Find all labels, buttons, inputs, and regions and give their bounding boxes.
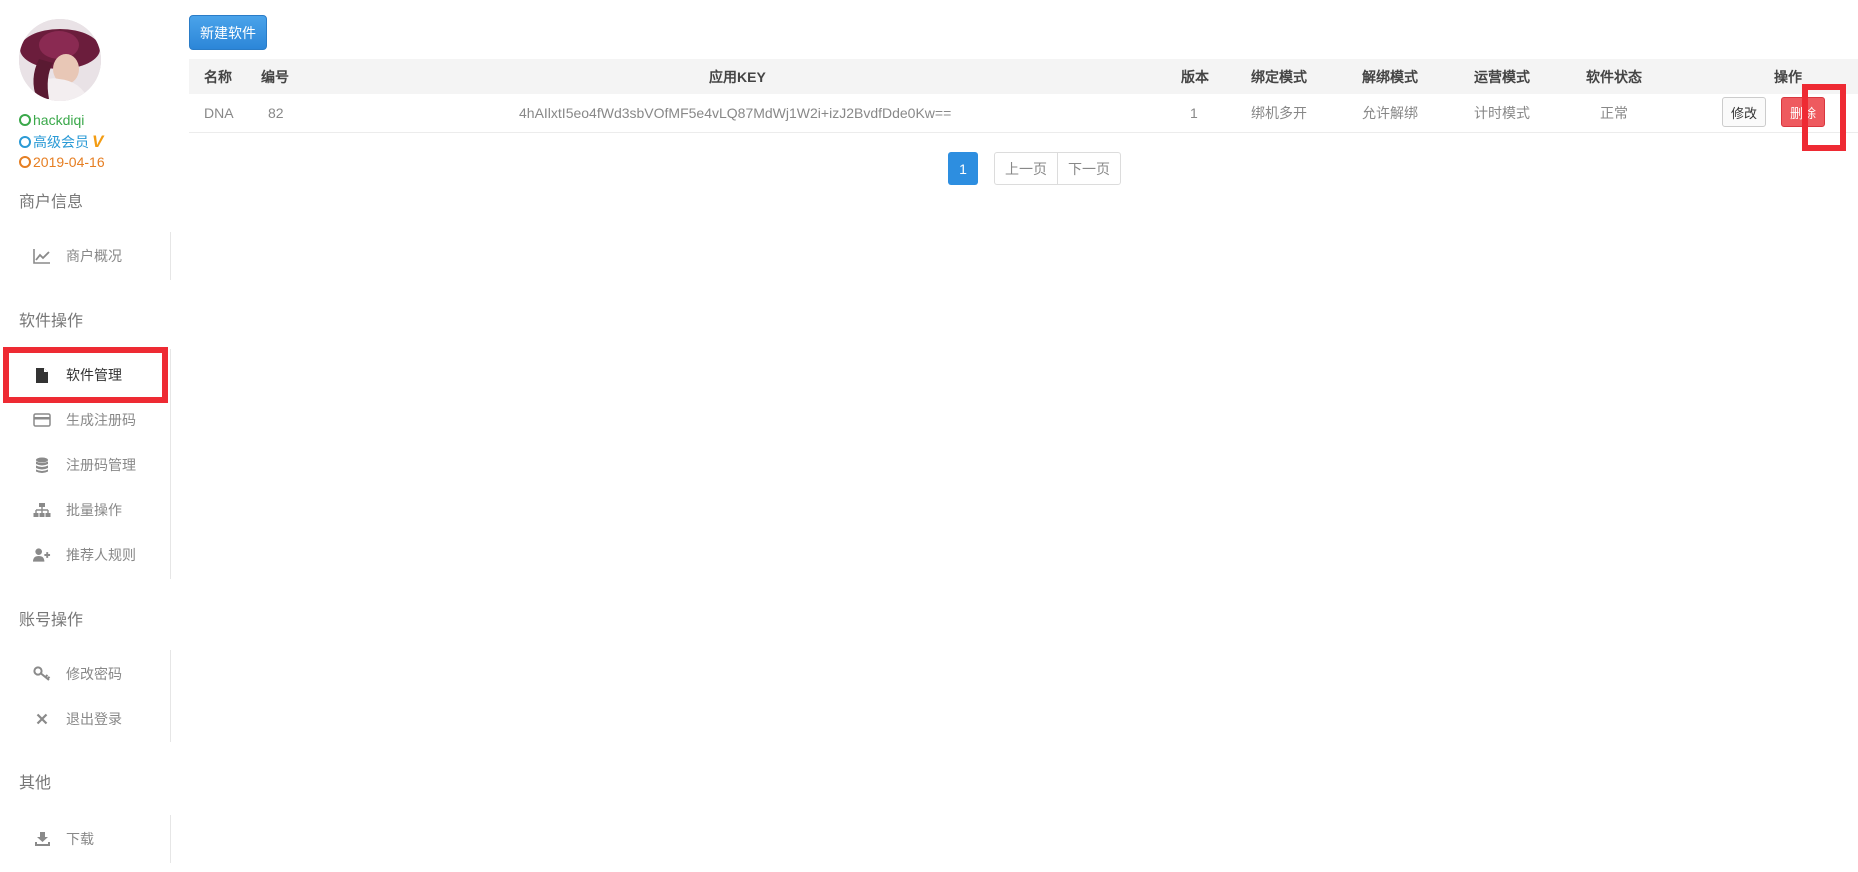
section-title-account: 账号操作	[19, 612, 84, 629]
table-header: 名称 编号 应用KEY 版本 绑定模式 解绑模式 运营模式 软件状态 操作	[189, 59, 1858, 94]
column-header-id: 编号	[261, 68, 289, 85]
edit-button[interactable]: 修改	[1722, 97, 1766, 127]
cell-unbind-mode: 允许解绑	[1362, 105, 1418, 121]
table-row: DNA 82 4hAIlxtI5eo4fWd3sbVOfMF5e4vLQ87Md…	[189, 94, 1858, 133]
sitemap-icon	[33, 501, 51, 519]
status-ring-icon	[19, 156, 31, 168]
line-chart-icon	[33, 247, 51, 265]
column-header-name: 名称	[204, 68, 232, 85]
column-header-bind-mode: 绑定模式	[1251, 68, 1307, 85]
sidebar-item-generate-code[interactable]: 生成注册码	[0, 405, 168, 435]
cell-version: 1	[1190, 105, 1198, 121]
page-1-button[interactable]: 1	[948, 152, 978, 185]
cell-app-key: 4hAIlxtI5eo4fWd3sbVOfMF5e4vLQ87MdWj1W2i+…	[519, 105, 952, 121]
close-icon	[33, 710, 51, 728]
user-plus-icon	[33, 546, 51, 564]
status-ring-icon	[19, 114, 31, 126]
sidebar-item-download[interactable]: 下载	[0, 824, 168, 854]
highlight-box-software-management	[3, 347, 168, 403]
sidebar: hackdiqi 高级会员 V 2019-04-16 商户信息 商户概况 软件操…	[0, 0, 172, 872]
member-date: 2019-04-16	[19, 154, 105, 170]
vip-icon: V	[92, 132, 104, 151]
sidebar-item-code-management[interactable]: 注册码管理	[0, 450, 168, 480]
nav-group-merchant: 商户概况	[0, 232, 171, 280]
section-title-other: 其他	[19, 775, 52, 792]
sidebar-item-label: 注册码管理	[66, 457, 136, 473]
sidebar-item-change-password[interactable]: 修改密码	[0, 659, 168, 689]
sidebar-item-referrer-rules[interactable]: 推荐人规则	[0, 540, 168, 570]
cell-name: DNA	[204, 105, 234, 121]
database-icon	[33, 456, 51, 474]
section-title-merchant: 商户信息	[19, 194, 84, 211]
sidebar-item-batch-operation[interactable]: 批量操作	[0, 495, 168, 525]
cell-id: 82	[268, 105, 284, 121]
credit-card-icon	[33, 411, 51, 429]
cell-operation-mode: 计时模式	[1474, 105, 1530, 121]
column-header-app-key: 应用KEY	[709, 68, 766, 85]
sidebar-item-label: 推荐人规则	[66, 547, 136, 563]
status-ring-icon	[19, 136, 31, 148]
download-icon	[33, 830, 51, 848]
column-header-unbind-mode: 解绑模式	[1362, 68, 1418, 85]
nav-group-other: 下载	[0, 815, 171, 863]
next-page-button[interactable]: 下一页	[1057, 152, 1121, 185]
sidebar-item-label: 修改密码	[66, 666, 122, 682]
nav-group-account: 修改密码 退出登录	[0, 650, 171, 742]
column-header-status: 软件状态	[1586, 68, 1642, 85]
column-header-actions: 操作	[1774, 68, 1802, 85]
sidebar-item-merchant-overview[interactable]: 商户概况	[0, 241, 168, 271]
member-level: 高级会员 V	[19, 132, 103, 152]
sidebar-item-label: 下载	[66, 831, 94, 847]
sidebar-item-label: 批量操作	[66, 502, 122, 518]
key-icon	[33, 665, 51, 683]
prev-page-button[interactable]: 上一页	[994, 152, 1058, 185]
sidebar-item-label: 商户概况	[66, 248, 122, 264]
new-software-button[interactable]: 新建软件	[189, 15, 267, 50]
section-title-software: 软件操作	[19, 313, 84, 330]
sidebar-item-label: 生成注册码	[66, 412, 136, 428]
avatar[interactable]	[19, 19, 101, 101]
sidebar-item-logout[interactable]: 退出登录	[0, 704, 168, 734]
cell-bind-mode: 绑机多开	[1251, 105, 1307, 121]
column-header-operation-mode: 运营模式	[1474, 68, 1530, 85]
username: hackdiqi	[19, 112, 84, 128]
cell-status: 正常	[1600, 105, 1628, 121]
sidebar-item-label: 退出登录	[66, 711, 122, 727]
column-header-version: 版本	[1181, 68, 1209, 85]
highlight-box-delete	[1802, 84, 1846, 151]
